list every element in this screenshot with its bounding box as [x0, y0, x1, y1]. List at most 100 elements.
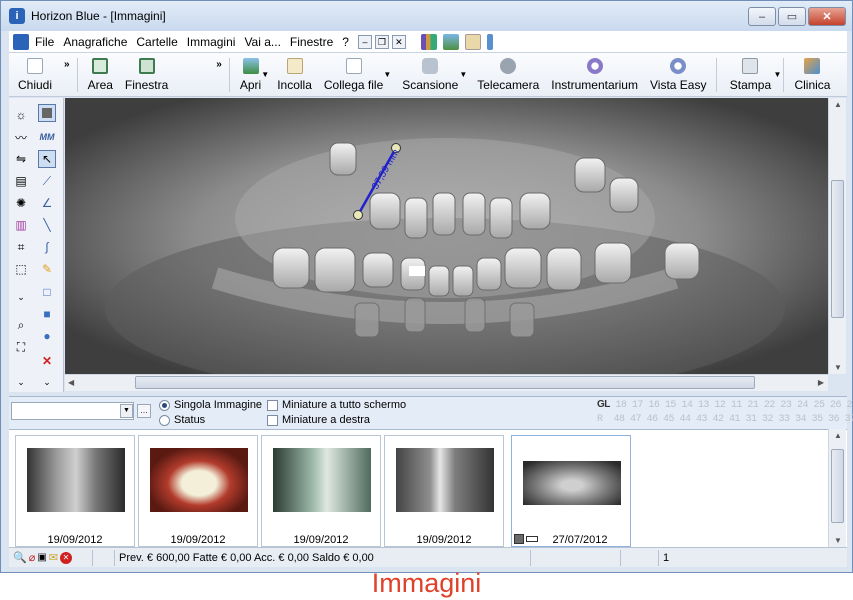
rectangle-icon[interactable]: □ — [38, 283, 56, 301]
search-icon[interactable]: 🔍 — [13, 551, 27, 564]
color-map-icon[interactable]: ▥ — [12, 216, 30, 234]
close-window-button[interactable]: ✕ — [808, 7, 846, 26]
angle-icon[interactable]: ∠ — [38, 194, 56, 212]
menu-immagini[interactable]: Immagini — [187, 35, 236, 49]
window-button[interactable]: Finestra — [119, 54, 174, 96]
print-dropdown-arrow[interactable]: ▼ — [774, 70, 782, 79]
thumbnail[interactable]: 19/09/2012 — [261, 435, 381, 547]
filter-combo[interactable] — [11, 402, 134, 420]
mail-icon[interactable]: ✉ — [49, 551, 58, 564]
scroll-right-arrow[interactable]: ▶ — [818, 378, 824, 387]
lower-teeth-selector[interactable]: R 48 47 46 45 44 43 42 41 31 32 33 34 35… — [597, 414, 853, 425]
instrumentarium-button[interactable]: Instrumentarium — [545, 54, 644, 96]
close-patient-button[interactable]: Chiudi — [9, 54, 61, 96]
pencil-icon[interactable]: ✎ — [38, 260, 56, 278]
scroll-down-arrow[interactable]: ▼ — [834, 536, 842, 545]
zoom-icon[interactable]: ⌕ — [12, 316, 30, 334]
clinic-button[interactable]: Clinica — [788, 54, 836, 96]
app-menu-icon[interactable] — [13, 33, 29, 50]
status-label: Status — [174, 414, 206, 426]
thumbnail-strip: 19/09/2012 19/09/2012 19/09/2012 19/09/2… — [9, 429, 847, 547]
thumbnail[interactable]: 19/09/2012 — [384, 435, 504, 547]
link-file-button[interactable]: Collega file ▼ — [318, 54, 391, 96]
chart-icon[interactable] — [420, 33, 437, 50]
xray-thumbnail-image — [273, 448, 371, 512]
menu-vai-a[interactable]: Vai a... — [244, 35, 280, 49]
gear-icon — [586, 58, 603, 74]
thumbnail[interactable]: 19/09/2012 — [138, 435, 258, 547]
crop-icon[interactable]: ⌗ — [12, 238, 30, 256]
ellipsis-button[interactable]: … — [137, 404, 151, 418]
open-button[interactable]: Apri ▼ — [234, 54, 269, 96]
scroll-thumb[interactable] — [831, 180, 844, 318]
fullscreen-thumbnails-checkbox[interactable] — [267, 400, 278, 411]
menu-help[interactable]: ? — [342, 35, 349, 49]
scroll-up-arrow[interactable]: ▲ — [834, 431, 842, 440]
upper-teeth-selector[interactable]: GL 18 17 16 15 14 13 12 11 21 22 23 24 2… — [597, 399, 853, 411]
menu-cartelle[interactable]: Cartelle — [136, 35, 177, 49]
xray-thumbnail-image — [396, 448, 494, 512]
thumbnail[interactable]: 19/09/2012 — [15, 435, 135, 547]
scroll-up-arrow[interactable]: ▲ — [834, 100, 842, 109]
mm-calibrate-icon[interactable]: MM — [38, 128, 56, 146]
thumbnails-scrollbar[interactable]: ▲ ▼ — [828, 429, 846, 547]
scroll-down-arrow[interactable]: ▼ — [834, 363, 842, 372]
ruler-icon[interactable]: ⟋ — [38, 172, 56, 190]
more-chevron-icon-2[interactable]: » — [216, 59, 222, 70]
menu-file[interactable]: File — [35, 35, 54, 49]
flip-icon[interactable]: ⇋ — [12, 150, 30, 168]
area-button[interactable]: Area — [82, 54, 119, 96]
right-thumbnails-checkbox[interactable] — [267, 415, 278, 426]
open-dropdown-arrow[interactable]: ▼ — [261, 70, 269, 79]
scroll-thumb[interactable] — [831, 449, 844, 523]
expand-tools-icon[interactable]: ⌄ — [12, 288, 30, 306]
image-horizontal-scrollbar[interactable]: ◀ ▶ — [65, 374, 828, 391]
scan-dropdown-arrow[interactable]: ▼ — [459, 70, 467, 79]
expand-shapes-icon[interactable]: ⌄ — [38, 373, 56, 391]
scan-button[interactable]: Scansione ▼ — [395, 54, 467, 96]
status-radio[interactable] — [159, 415, 170, 426]
sharpen-icon[interactable]: ✺ — [12, 194, 30, 212]
notes-icon[interactable] — [464, 33, 481, 50]
scroll-thumb[interactable] — [135, 376, 755, 389]
thumbnail-selected[interactable]: 27/07/2012 — [511, 435, 631, 547]
rect-select-icon[interactable]: ⬚ — [12, 260, 30, 278]
pointer-icon[interactable]: ↖ — [38, 150, 56, 168]
more-chevron-icon[interactable]: » — [64, 59, 70, 70]
tube-icon[interactable] — [486, 33, 493, 50]
paste-button[interactable]: Incolla — [271, 54, 318, 96]
ellipse-icon[interactable]: ● — [38, 327, 56, 345]
picture-icon[interactable] — [442, 33, 459, 50]
main-toolbar: Chiudi » Area Finestra » Apri ▼ Incolla … — [9, 53, 847, 97]
scroll-left-arrow[interactable]: ◀ — [68, 378, 74, 387]
paperclip-icon[interactable]: ⌀ — [29, 551, 36, 564]
brightness-icon[interactable]: ☼ — [12, 106, 30, 124]
vista-easy-button[interactable]: Vista Easy — [644, 54, 712, 96]
link-file-dropdown-arrow[interactable]: ▼ — [383, 70, 391, 79]
maximize-button[interactable]: ▭ — [778, 7, 806, 26]
square-select-icon[interactable] — [38, 104, 56, 122]
split-icon[interactable]: ▤ — [12, 172, 30, 190]
menu-anagrafiche[interactable]: Anagrafiche — [63, 35, 127, 49]
line-icon[interactable]: ╲ — [38, 216, 56, 234]
mdi-minimize-button[interactable]: – — [357, 34, 372, 49]
delete-icon[interactable]: ✕ — [38, 352, 56, 370]
waveform-icon[interactable]: 〰 — [12, 128, 30, 146]
image-vertical-scrollbar[interactable]: ▲ ▼ — [828, 98, 846, 374]
filled-rectangle-icon[interactable]: ■ — [38, 305, 56, 323]
mdi-close-button[interactable]: ✕ — [391, 34, 406, 49]
curve-icon[interactable]: ∫ — [38, 238, 56, 256]
fit-icon[interactable]: ⛶ — [12, 338, 30, 356]
print-button[interactable]: Stampa ▼ — [721, 54, 782, 96]
camera-button[interactable]: Telecamera — [471, 54, 545, 96]
radiograph-image[interactable]: 37,59 mm — [65, 98, 828, 374]
right-thumbnails-label: Miniature a destra — [282, 414, 371, 426]
single-image-radio[interactable] — [159, 400, 170, 411]
minimize-button[interactable]: – — [748, 7, 776, 26]
menu-finestre[interactable]: Finestre — [290, 35, 333, 49]
printer-status-icon[interactable]: ▣ — [37, 552, 46, 563]
mdi-restore-button[interactable]: ❐ — [374, 34, 389, 49]
chevron-down-icon[interactable]: ▼ — [120, 404, 133, 418]
error-icon[interactable]: ✕ — [60, 551, 72, 564]
expand-tools-icon-2[interactable]: ⌄ — [12, 373, 30, 391]
